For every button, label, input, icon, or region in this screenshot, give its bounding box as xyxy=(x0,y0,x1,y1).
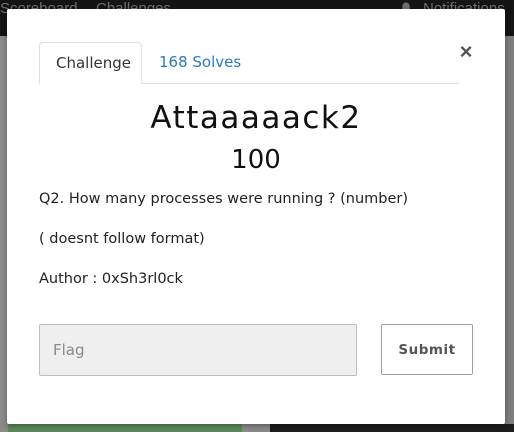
challenge-points: 100 xyxy=(231,145,281,175)
background-challenge-card-dark xyxy=(270,424,514,432)
challenge-modal: × Challenge 168 Solves Attaaaaack2 100 Q… xyxy=(7,9,505,424)
background-page-edge xyxy=(505,36,514,424)
flag-input[interactable] xyxy=(39,324,357,376)
tab-challenge[interactable]: Challenge xyxy=(39,42,142,84)
challenge-title: Attaaaaack2 xyxy=(150,100,362,136)
close-button[interactable]: × xyxy=(457,41,475,63)
submit-button[interactable]: Submit xyxy=(381,324,473,375)
tab-solves[interactable]: 168 Solves xyxy=(143,42,257,84)
modal-tabs: Challenge 168 Solves xyxy=(39,42,459,84)
background-challenge-card xyxy=(8,424,242,432)
challenge-author: Author : 0xSh3rl0ck xyxy=(39,271,183,287)
challenge-description-note: ( doesnt follow format) xyxy=(39,231,205,247)
challenge-description-question: Q2. How many processes were running ? (n… xyxy=(39,191,409,207)
